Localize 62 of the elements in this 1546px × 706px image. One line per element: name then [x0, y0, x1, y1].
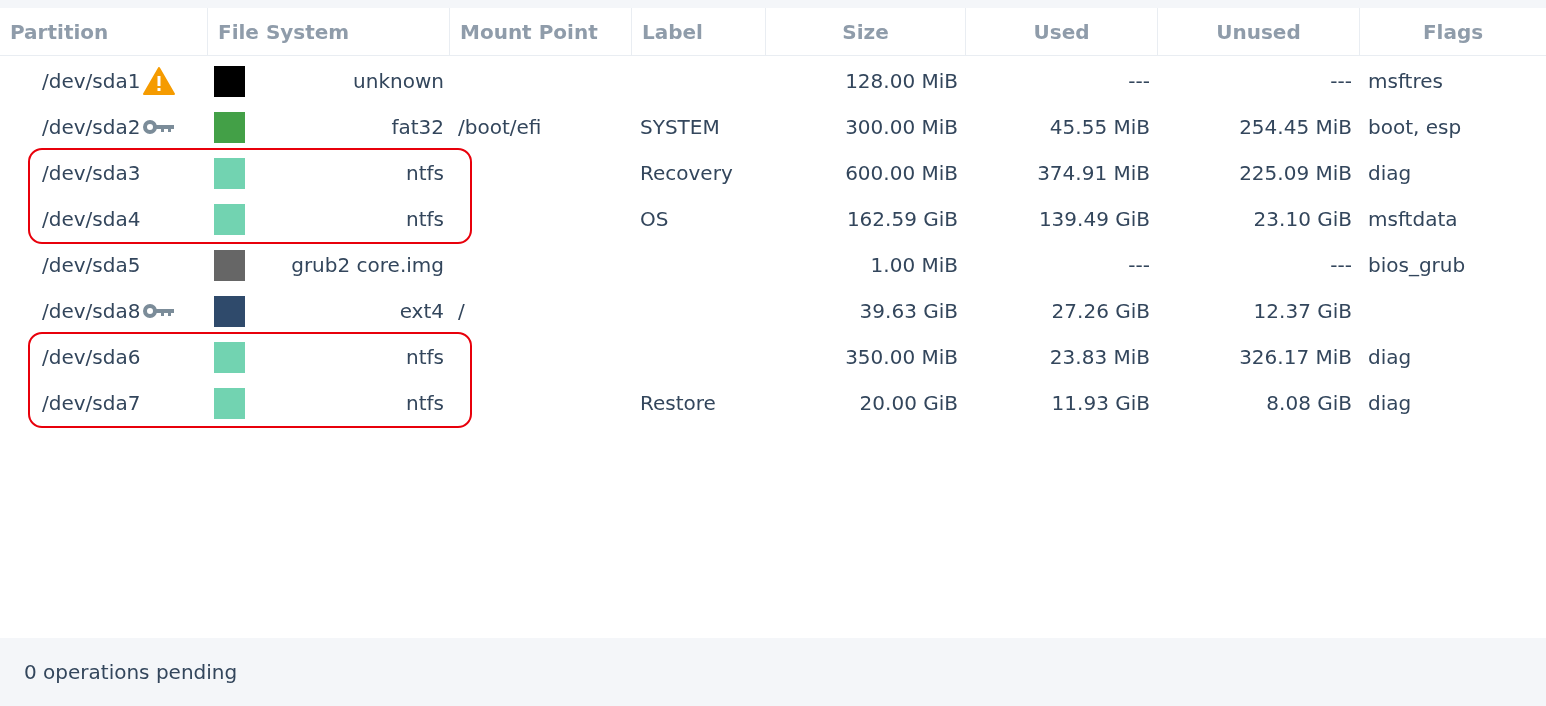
table-cell: SYSTEM	[640, 115, 720, 139]
table-cell: /dev/sda8	[42, 299, 141, 323]
table-cell: 8.08 GiB	[1266, 391, 1352, 415]
table-cell: ntfs	[406, 391, 444, 415]
table-cell: /dev/sda6	[42, 345, 141, 369]
partition-row[interactable]: /dev/sda6 ntfs 350.00 MiB 23.83 MiB 326.17 MiB diag	[0, 334, 1546, 380]
table-cell: /	[458, 299, 465, 323]
table-cell: /dev/sda3	[42, 161, 141, 185]
table-cell: fat32	[391, 115, 444, 139]
table-cell: 23.83 MiB	[1049, 345, 1150, 369]
table-cell: 225.09 MiB	[1239, 161, 1352, 185]
status-text: 0 operations pending	[24, 660, 238, 684]
partition-row[interactable]: /dev/sda3 ntfs Recovery 600.00 MiB 374.91 MiB 225.09 MiB diag	[0, 150, 1546, 196]
table-cell: /dev/sda4	[42, 207, 141, 231]
partition-row[interactable]: /dev/sda4 ntfs OS 162.59 GiB 139.49 GiB 23.10 GiB msftdata	[0, 196, 1546, 242]
table-cell: /dev/sda5	[42, 253, 141, 277]
table-cell: 11.93 GiB	[1051, 391, 1150, 415]
partition-row[interactable]: /dev/sda1 unknown 128.00 MiB --- --- msftres	[0, 58, 1546, 104]
table-cell: 326.17 MiB	[1239, 345, 1352, 369]
table-cell: grub2 core.img	[291, 253, 444, 277]
table-cell: /dev/sda1	[42, 69, 141, 93]
table-cell: /dev/sda2	[42, 115, 141, 139]
table-cell: ---	[1330, 253, 1352, 277]
table-cell: 45.55 MiB	[1049, 115, 1150, 139]
table-cell: 254.45 MiB	[1239, 115, 1352, 139]
table-cell: 300.00 MiB	[845, 115, 958, 139]
table-cell: ---	[1128, 69, 1150, 93]
table-cell: ntfs	[406, 207, 444, 231]
table-cell: Restore	[640, 391, 716, 415]
table-cell: ext4	[399, 299, 444, 323]
partition-row[interactable]: /dev/sda7 ntfs Restore 20.00 GiB 11.93 GiB 8.08 GiB diag	[0, 380, 1546, 426]
table-cell: 600.00 MiB	[845, 161, 958, 185]
partition-row[interactable]: /dev/sda8 ext4 / 39.63 GiB 27.26 GiB 12.37 GiB	[0, 288, 1546, 334]
table-cell: msftres	[1368, 69, 1443, 93]
table-cell: Recovery	[640, 161, 733, 185]
table-cell: 12.37 GiB	[1253, 299, 1352, 323]
partition-row[interactable]: /dev/sda2 fat32 /boot/efi SYSTEM 300.00 MiB 45.55 MiB 254.45 MiB boot, esp	[0, 104, 1546, 150]
table-cell: diag	[1368, 345, 1412, 369]
table-cell: ntfs	[406, 161, 444, 185]
table-cell: 1.00 MiB	[870, 253, 958, 277]
table-cell: unknown	[353, 69, 444, 93]
partition-row[interactable]: /dev/sda5 grub2 core.img 1.00 MiB --- --- bios_grub	[0, 242, 1546, 288]
table-cell: OS	[640, 207, 669, 231]
table-cell: ---	[1128, 253, 1150, 277]
table-cell: 128.00 MiB	[845, 69, 958, 93]
table-cell: 20.00 GiB	[859, 391, 958, 415]
table-cell: boot, esp	[1368, 115, 1462, 139]
table-cell: 139.49 GiB	[1038, 207, 1150, 231]
table-cell: 39.63 GiB	[859, 299, 958, 323]
table-cell: 374.91 MiB	[1037, 161, 1150, 185]
table-cell: ntfs	[406, 345, 444, 369]
table-cell: 23.10 GiB	[1253, 207, 1352, 231]
table-cell: /boot/efi	[458, 115, 542, 139]
table-cell: /dev/sda7	[42, 391, 141, 415]
table-cell: bios_grub	[1368, 253, 1466, 277]
table-cell: diag	[1368, 391, 1412, 415]
table-cell: 27.26 GiB	[1051, 299, 1150, 323]
table-cell: 162.59 GiB	[846, 207, 958, 231]
table-cell: 350.00 MiB	[845, 345, 958, 369]
table-cell: ---	[1330, 69, 1352, 93]
table-cell: msftdata	[1368, 207, 1458, 231]
table-cell: diag	[1368, 161, 1412, 185]
